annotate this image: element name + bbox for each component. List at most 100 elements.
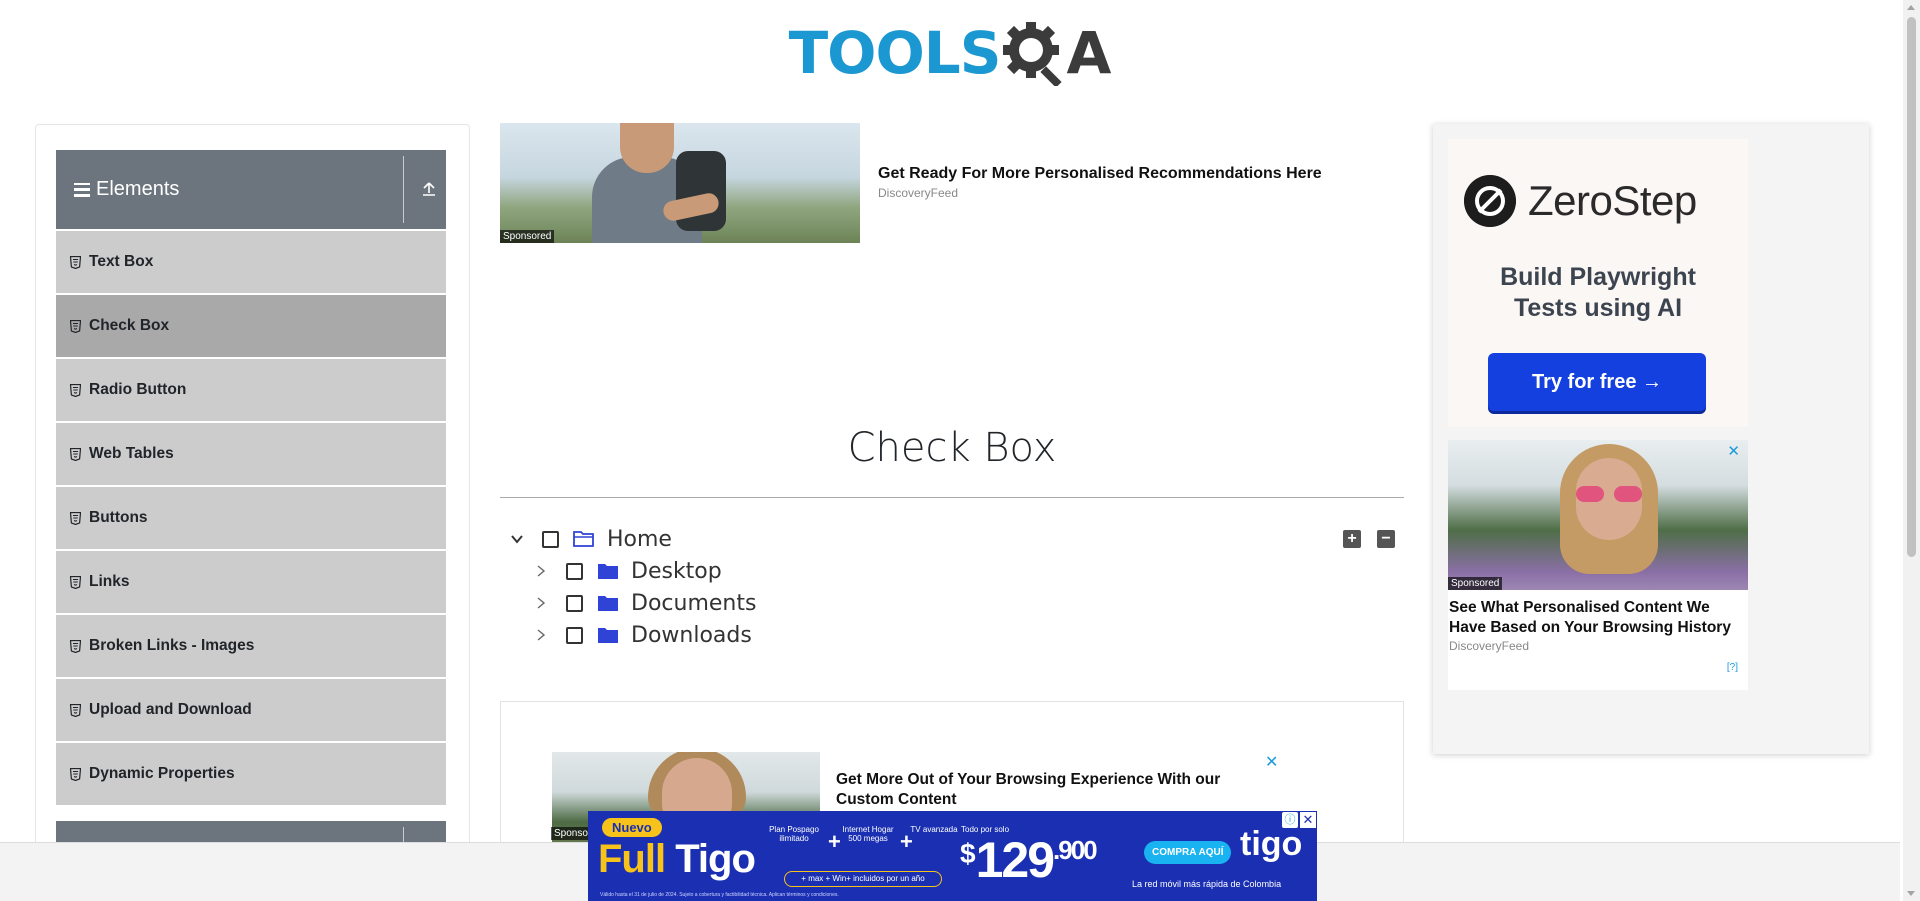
left-navigation-panel: Elements Text Box Check Box Radio Button…	[35, 124, 470, 901]
chevron-right-icon[interactable]	[534, 628, 548, 642]
sidebar-item-text-box[interactable]: Text Box	[56, 231, 446, 293]
vertical-scrollbar[interactable]	[1903, 0, 1920, 901]
tree-node-label[interactable]: Desktop	[631, 559, 722, 584]
folder-open-icon	[573, 531, 594, 547]
full-tigo-headline: Full Tigo	[598, 837, 756, 882]
scroll-up-arrow-icon[interactable]	[1907, 5, 1915, 10]
tree-node-label[interactable]: Home	[607, 527, 672, 552]
ad-source[interactable]: DiscoveryFeed	[1449, 639, 1529, 653]
home-checkbox[interactable]	[542, 530, 559, 548]
feature-tv: TV avanzada	[910, 825, 958, 834]
discovery-feed-ad[interactable]: Sponsored ✕ See What Personalised Conten…	[1448, 440, 1748, 690]
chevron-right-icon[interactable]	[534, 596, 548, 610]
ad-image-woman-sunglasses[interactable]: Sponsored	[1448, 440, 1748, 590]
html5-icon	[70, 319, 81, 333]
close-icon[interactable]: ✕	[1265, 752, 1278, 772]
zerostep-ad[interactable]: ZeroStep Build Playwright Tests using AI…	[1448, 139, 1748, 427]
sidebar-item-label: Radio Button	[89, 381, 187, 398]
sidebar-item-label: Links	[89, 573, 130, 590]
sidebar-item-buttons[interactable]: Buttons	[56, 487, 446, 549]
feature-internet: Internet Hogar 500 megas	[842, 825, 894, 843]
ad-title[interactable]: Get Ready For More Personalised Recommen…	[878, 165, 1322, 183]
downloads-checkbox[interactable]	[566, 626, 583, 644]
close-icon[interactable]: ✕	[1300, 812, 1316, 828]
tree-node-downloads: Downloads	[534, 621, 752, 649]
close-icon[interactable]: ✕	[1727, 442, 1740, 460]
sidebar-item-upload-and-download[interactable]: Upload and Download	[56, 679, 446, 741]
top-sponsored-ad[interactable]: Sponsored Get Ready For More Personalise…	[500, 123, 1404, 373]
nuevo-badge: Nuevo	[602, 818, 662, 837]
headline-tigo: Tigo	[675, 837, 756, 881]
sponsored-label: Sponsored	[500, 230, 555, 243]
extras-pill: + max + Win+ incluidos por un año	[784, 871, 942, 887]
elements-menu: Text Box Check Box Radio Button Web Tabl…	[56, 231, 446, 807]
tigo-logo: tigo	[1240, 825, 1303, 863]
collapse-all-button[interactable]: −	[1377, 530, 1395, 548]
tree-node-desktop: Desktop	[534, 557, 722, 585]
chevron-down-icon[interactable]	[510, 532, 524, 546]
sidebar-item-label: Upload and Download	[89, 701, 252, 718]
html5-icon	[70, 703, 81, 717]
price-currency: $	[960, 838, 976, 869]
title-divider	[500, 497, 1404, 498]
logo-suffix: A	[1066, 19, 1112, 87]
sidebar-item-label: Web Tables	[89, 445, 174, 462]
folder-icon	[598, 628, 618, 643]
sidebar-item-dynamic-properties[interactable]: Dynamic Properties	[56, 743, 446, 805]
toolsqa-logo[interactable]: TOOLS A	[788, 15, 1112, 91]
sidebar-item-broken-links-images[interactable]: Broken Links - Images	[56, 615, 446, 677]
try-for-free-button[interactable]: Try for free →	[1488, 353, 1706, 411]
folder-icon	[598, 596, 618, 611]
chevron-right-icon[interactable]	[534, 564, 548, 578]
expand-all-button[interactable]: +	[1343, 530, 1361, 548]
html5-icon	[70, 447, 81, 461]
ad-image-part	[1576, 486, 1642, 502]
desktop-checkbox[interactable]	[566, 562, 583, 580]
ad-title[interactable]: Get More Out of Your Browsing Experience…	[836, 770, 1256, 810]
folder-icon	[598, 564, 618, 579]
zerostep-tagline: Build Playwright Tests using AI	[1448, 262, 1748, 324]
sidebar-item-radio-button[interactable]: Radio Button	[56, 359, 446, 421]
site-header: TOOLS A	[0, 0, 1900, 100]
sidebar-item-links[interactable]: Links	[56, 551, 446, 613]
price-decimals: .900	[1053, 835, 1098, 865]
html5-icon	[70, 639, 81, 653]
html5-icon	[70, 767, 81, 781]
ad-title[interactable]: See What Personalised Content We Have Ba…	[1449, 598, 1745, 638]
documents-checkbox[interactable]	[566, 594, 583, 612]
ad-image-hiker[interactable]: Sponsored	[500, 123, 860, 243]
right-ad-column: ZeroStep Build Playwright Tests using AI…	[1433, 124, 1869, 754]
scroll-down-arrow-icon[interactable]	[1907, 891, 1915, 896]
sidebar-item-label: Check Box	[89, 317, 170, 334]
compra-aqui-button[interactable]: COMPRA AQUÍ	[1144, 841, 1232, 864]
sidebar-item-check-box[interactable]: Check Box	[56, 295, 446, 357]
tigo-banner-ad[interactable]: Nuevo Full Tigo Plan Pospago ilimitado +…	[588, 811, 1317, 901]
zerostep-logo-icon	[1464, 175, 1516, 227]
tree-node-label[interactable]: Documents	[631, 591, 756, 616]
scrollbar-thumb[interactable]	[1907, 17, 1916, 557]
sidebar-item-web-tables[interactable]: Web Tables	[56, 423, 446, 485]
ad-info-icon[interactable]: [?]	[1727, 662, 1738, 673]
html5-icon	[70, 575, 81, 589]
page-title: Check Box	[847, 425, 1057, 471]
page: TOOLS A Elements Text Box Check Box Radi…	[0, 0, 1920, 901]
header-divider	[403, 156, 404, 223]
ad-info-icon[interactable]: ⓘ	[1282, 812, 1298, 828]
sidebar-item-label: Text Box	[89, 253, 154, 270]
headline-full: Full	[598, 837, 666, 881]
tigo-tagline: La red móvil más rápida de Colombia	[1132, 879, 1282, 889]
logo-text: TOOLS	[788, 19, 1002, 87]
feature-mobile-plan: Plan Pospago ilimitado	[769, 825, 819, 843]
tree-node-label[interactable]: Downloads	[631, 623, 752, 648]
html5-icon	[70, 383, 81, 397]
ad-image-part	[620, 123, 674, 173]
collapse-arrow-icon[interactable]	[420, 180, 438, 198]
sidebar-item-label: Broken Links - Images	[89, 637, 255, 654]
html5-icon	[70, 255, 81, 269]
price-main: 129	[975, 832, 1055, 888]
tree-node-documents: Documents	[534, 589, 756, 617]
ad-source[interactable]: DiscoveryFeed	[878, 186, 958, 200]
tree-node-home: Home	[510, 525, 672, 553]
elements-group-header[interactable]: Elements	[56, 150, 446, 229]
gear-magnifier-icon	[1002, 22, 1062, 86]
